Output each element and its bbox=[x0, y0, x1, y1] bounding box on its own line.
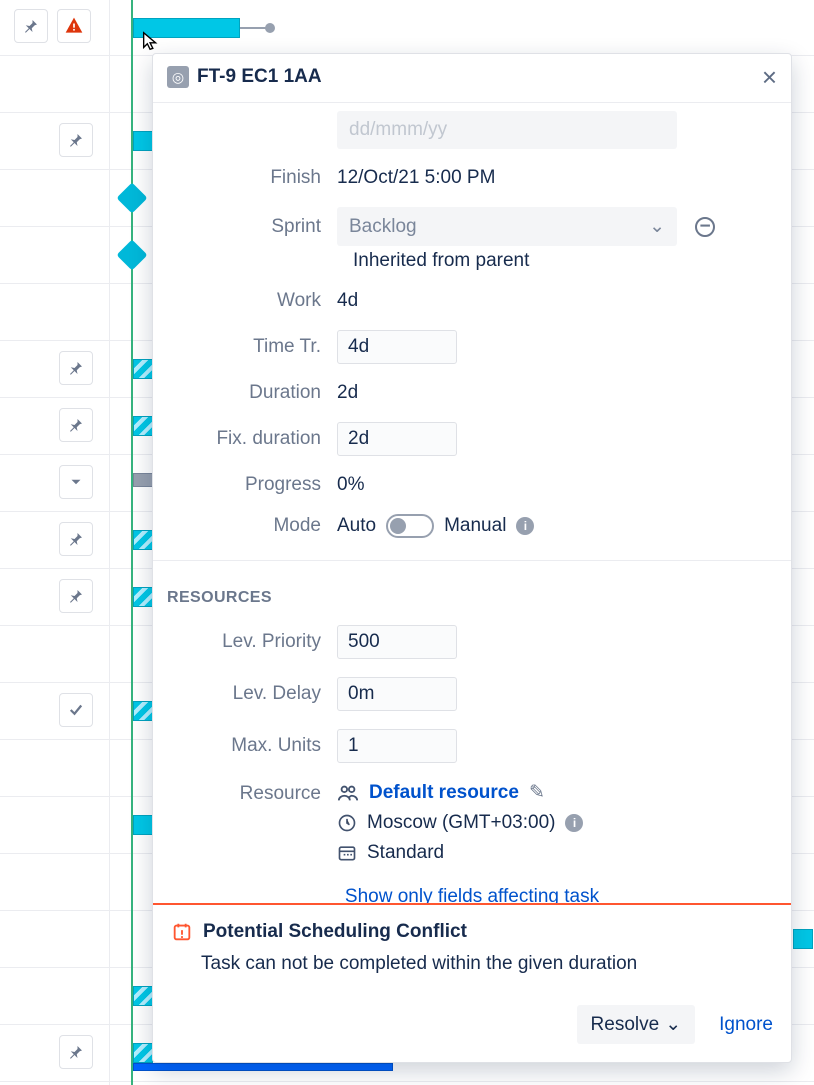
mode-toggle[interactable] bbox=[386, 514, 434, 538]
check-button[interactable] bbox=[59, 693, 93, 727]
milestone-diamond[interactable] bbox=[116, 182, 147, 213]
issue-type-icon: ◎ bbox=[167, 66, 189, 88]
gantt-bar[interactable] bbox=[793, 929, 813, 949]
progress-value: 0% bbox=[337, 474, 777, 496]
panel-header: ◎ FT-9 EC1 1AA × bbox=[153, 54, 791, 103]
milestone-diamond[interactable] bbox=[116, 239, 147, 270]
gantt-bar[interactable] bbox=[133, 986, 153, 1006]
gantt-bar[interactable] bbox=[133, 416, 153, 436]
warning-icon[interactable] bbox=[57, 9, 91, 43]
resource-timezone: Moscow (GMT+03:00) bbox=[367, 812, 555, 834]
gantt-summary-bar[interactable] bbox=[133, 1063, 393, 1071]
conflict-title: Potential Scheduling Conflict bbox=[203, 921, 467, 943]
clock-icon bbox=[337, 813, 357, 833]
edit-icon[interactable]: ✎ bbox=[529, 781, 545, 804]
gantt-left-col bbox=[0, 0, 110, 1085]
resource-label: Resource bbox=[167, 781, 337, 805]
panel-body[interactable]: dd/mmm/yy Finish 12/Oct/21 5:00 PM Sprin… bbox=[153, 103, 791, 903]
cursor-icon bbox=[140, 30, 162, 52]
levprio-input[interactable] bbox=[337, 625, 457, 659]
levprio-label: Lev. Priority bbox=[167, 631, 337, 653]
resource-calendar: Standard bbox=[367, 842, 444, 864]
conflict-message: Task can not be completed within the giv… bbox=[201, 953, 773, 975]
pin-button[interactable] bbox=[59, 351, 93, 385]
users-icon bbox=[337, 782, 359, 804]
expand-button[interactable] bbox=[59, 465, 93, 499]
pin-button[interactable] bbox=[14, 9, 48, 43]
issue-title: FT-9 EC1 1AA bbox=[197, 66, 322, 88]
levdelay-input[interactable] bbox=[337, 677, 457, 711]
levdelay-label: Lev. Delay bbox=[167, 683, 337, 705]
resources-section-header: RESOURCES bbox=[167, 589, 777, 607]
mode-label: Mode bbox=[167, 515, 337, 537]
date-placeholder-input[interactable]: dd/mmm/yy bbox=[337, 111, 677, 149]
pin-button[interactable] bbox=[59, 1035, 93, 1069]
gantt-bar[interactable] bbox=[133, 473, 153, 487]
timetr-input[interactable] bbox=[337, 330, 457, 364]
gantt-connector bbox=[240, 27, 268, 29]
gantt-bar[interactable] bbox=[133, 1043, 153, 1063]
sprint-label: Sprint bbox=[167, 216, 337, 238]
mode-auto-label: Auto bbox=[337, 515, 376, 537]
chevron-down-icon: ⌄ bbox=[649, 215, 665, 238]
calendar-icon bbox=[337, 843, 357, 863]
pin-button[interactable] bbox=[59, 579, 93, 613]
gantt-endpoint bbox=[265, 23, 275, 33]
conflict-banner: Potential Scheduling Conflict Task can n… bbox=[153, 903, 791, 1062]
resource-link[interactable]: Default resource bbox=[369, 782, 519, 804]
maxunits-input[interactable] bbox=[337, 729, 457, 763]
fixdur-input[interactable] bbox=[337, 422, 457, 456]
finish-label: Finish bbox=[167, 167, 337, 189]
gantt-bar[interactable] bbox=[133, 815, 153, 835]
pin-button[interactable] bbox=[59, 522, 93, 556]
work-value: 4d bbox=[337, 290, 777, 312]
work-label: Work bbox=[167, 290, 337, 312]
sprint-inherited-note: Inherited from parent bbox=[353, 250, 777, 272]
resolve-button[interactable]: Resolve ⌄ bbox=[577, 1005, 696, 1044]
gantt-bar[interactable] bbox=[133, 530, 153, 550]
info-icon[interactable]: i bbox=[565, 814, 583, 832]
timetr-label: Time Tr. bbox=[167, 336, 337, 358]
mode-manual-label: Manual bbox=[444, 515, 506, 537]
gantt-bar[interactable] bbox=[133, 359, 153, 379]
task-detail-panel: ◎ FT-9 EC1 1AA × dd/mmm/yy Finish 12/Oct… bbox=[152, 53, 792, 1063]
ignore-link[interactable]: Ignore bbox=[719, 1014, 773, 1036]
pin-button[interactable] bbox=[59, 408, 93, 442]
remove-icon[interactable]: − bbox=[695, 217, 715, 237]
gantt-bar[interactable] bbox=[133, 701, 153, 721]
duration-value: 2d bbox=[337, 382, 777, 404]
maxunits-label: Max. Units bbox=[167, 735, 337, 757]
gantt-bar[interactable] bbox=[133, 587, 153, 607]
show-affecting-fields-link[interactable]: Show only fields affecting task bbox=[167, 886, 777, 903]
progress-label: Progress bbox=[167, 474, 337, 496]
conflict-icon bbox=[171, 921, 193, 943]
close-button[interactable]: × bbox=[762, 64, 777, 90]
gantt-bar[interactable] bbox=[133, 131, 153, 151]
sprint-select[interactable]: Backlog ⌄ bbox=[337, 207, 677, 246]
chevron-down-icon: ⌄ bbox=[665, 1013, 681, 1036]
fixdur-label: Fix. duration bbox=[167, 428, 337, 450]
finish-value: 12/Oct/21 5:00 PM bbox=[337, 167, 777, 189]
info-icon[interactable]: i bbox=[516, 517, 534, 535]
duration-label: Duration bbox=[167, 382, 337, 404]
pin-button[interactable] bbox=[59, 123, 93, 157]
